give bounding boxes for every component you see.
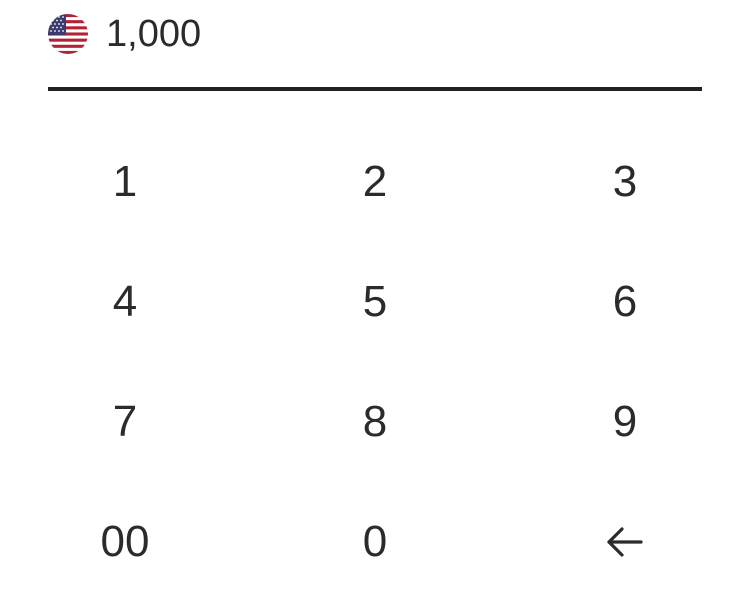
key-8[interactable]: 8 — [250, 362, 500, 482]
key-label: 5 — [362, 277, 388, 326]
key-00[interactable]: 00 — [0, 482, 250, 602]
backspace-arrow-icon — [605, 526, 645, 558]
key-3[interactable]: 3 — [500, 122, 750, 242]
key-label: 1 — [112, 157, 138, 206]
us-flag-icon[interactable] — [48, 14, 88, 54]
key-5[interactable]: 5 — [250, 242, 500, 362]
key-2[interactable]: 2 — [250, 122, 500, 242]
key-label: 6 — [612, 277, 638, 326]
backspace-button[interactable] — [500, 482, 750, 602]
amount-display: 1,000 — [48, 13, 702, 55]
key-9[interactable]: 9 — [500, 362, 750, 482]
key-label: 2 — [362, 157, 388, 206]
key-0[interactable]: 0 — [250, 482, 500, 602]
key-label: 9 — [612, 397, 638, 446]
key-label: 0 — [362, 517, 388, 566]
key-1[interactable]: 1 — [0, 122, 250, 242]
numeric-keypad: 1 2 3 4 5 6 7 8 9 00 0 — [0, 122, 750, 602]
amount-value: 1,000 — [106, 13, 202, 55]
key-label: 7 — [112, 397, 138, 446]
key-7[interactable]: 7 — [0, 362, 250, 482]
key-label: 00 — [100, 517, 150, 566]
key-label: 3 — [612, 157, 638, 206]
amount-underline — [48, 87, 702, 91]
key-label: 4 — [112, 277, 138, 326]
key-label: 8 — [362, 397, 388, 446]
key-4[interactable]: 4 — [0, 242, 250, 362]
key-6[interactable]: 6 — [500, 242, 750, 362]
